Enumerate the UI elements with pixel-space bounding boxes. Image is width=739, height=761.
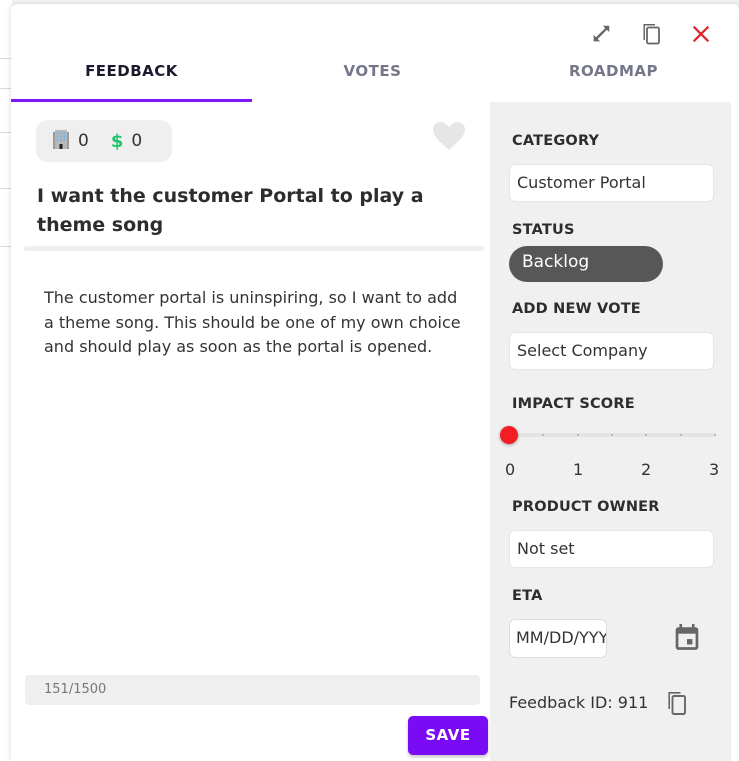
category-select[interactable]: Customer Portal	[509, 164, 714, 202]
status-label: STATUS	[512, 222, 575, 238]
scale-label: 1	[573, 460, 584, 479]
slider-tick	[714, 434, 716, 436]
scale-label: 0	[505, 460, 516, 479]
scale-label: 3	[709, 460, 720, 479]
impact-score-label: IMPACT SCORE	[512, 396, 635, 412]
tab-feedback[interactable]: FEEDBACK	[11, 56, 252, 102]
status-select[interactable]: Backlog	[509, 246, 663, 282]
company-vote-count: 0	[78, 131, 89, 151]
copy-id-icon[interactable]	[665, 690, 689, 720]
building-icon	[52, 129, 70, 154]
tab-votes[interactable]: VOTES	[252, 56, 493, 102]
tab-roadmap[interactable]: ROADMAP	[493, 56, 734, 102]
slider-tick	[577, 434, 579, 436]
character-counter: 151/1500	[25, 675, 480, 705]
window-actions	[587, 20, 715, 48]
feedback-id: Feedback ID: 911	[509, 693, 649, 712]
close-icon[interactable]	[687, 20, 715, 48]
calendar-icon[interactable]	[674, 624, 700, 656]
feedback-modal: FEEDBACK VOTES ROADMAP 0 $ 0 I want the …	[11, 4, 739, 761]
category-label: CATEGORY	[512, 133, 600, 149]
slider-tick	[611, 434, 613, 436]
vote-summary: 0 $ 0	[36, 120, 172, 162]
slider-tick	[680, 434, 682, 436]
impact-score-slider[interactable]	[500, 426, 716, 444]
feedback-content: 0 $ 0 I want the customer Portal to play…	[11, 102, 490, 761]
slider-thumb[interactable]	[500, 426, 518, 444]
company-select[interactable]: Select Company	[509, 332, 714, 370]
feedback-title[interactable]: I want the customer Portal to play a the…	[37, 182, 457, 240]
save-button[interactable]: SAVE	[408, 716, 488, 755]
product-owner-label: PRODUCT OWNER	[512, 499, 660, 515]
slider-tick	[645, 434, 647, 436]
feedback-description[interactable]: The customer portal is uninspiring, so I…	[44, 286, 464, 360]
copy-icon[interactable]	[637, 20, 665, 48]
expand-icon[interactable]	[587, 20, 615, 48]
details-sidebar: CATEGORY Customer Portal STATUS Backlog …	[490, 102, 731, 761]
add-vote-label: ADD NEW VOTE	[512, 301, 641, 317]
revenue-vote-count: 0	[131, 131, 143, 151]
scale-label: 2	[641, 460, 652, 479]
eta-date-input[interactable]: MM/DD/YYYY	[509, 619, 607, 658]
product-owner-select[interactable]: Not set	[509, 530, 714, 568]
dollar-icon: $	[110, 130, 124, 152]
title-divider	[24, 246, 484, 251]
eta-label: ETA	[512, 588, 543, 604]
tab-bar: FEEDBACK VOTES ROADMAP	[11, 56, 739, 102]
heart-icon[interactable]	[433, 122, 465, 154]
slider-tick	[542, 434, 544, 436]
